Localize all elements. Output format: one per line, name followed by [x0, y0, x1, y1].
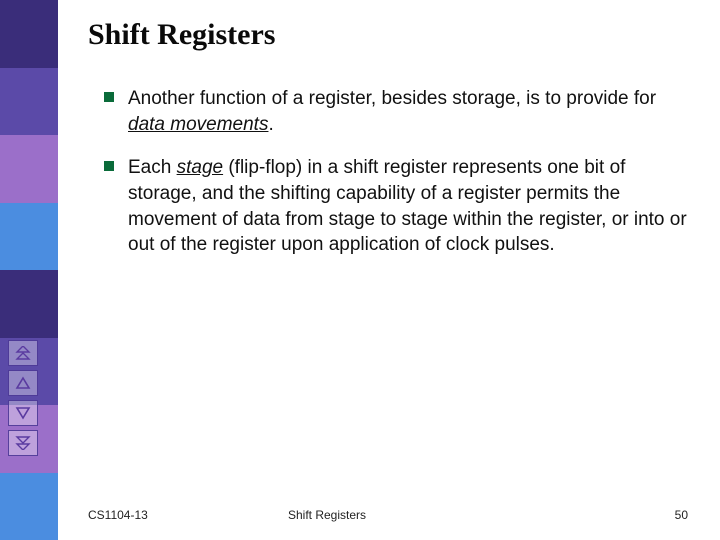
first-slide-button[interactable]: [8, 340, 38, 366]
slide-title: Shift Registers: [88, 18, 688, 52]
last-slide-button[interactable]: [8, 430, 38, 456]
decorative-sidebar: [0, 0, 58, 540]
bullet-text-pre: Another function of a register, besides …: [128, 88, 656, 109]
bullet-item: Another function of a register, besides …: [104, 86, 688, 137]
bullet-text-pre: Each: [128, 157, 177, 178]
double-down-icon: [15, 436, 31, 450]
stripe: [0, 68, 58, 136]
stripe: [0, 203, 58, 271]
double-up-icon: [15, 346, 31, 360]
stripe: [0, 135, 58, 203]
bullet-text-em: stage: [177, 157, 223, 178]
footer-page-number: 50: [648, 508, 688, 522]
slide-footer: CS1104-13 Shift Registers 50: [88, 508, 688, 522]
nav-icon-group: [8, 340, 38, 456]
bullet-item: Each stage (flip-flop) in a shift regist…: [104, 155, 688, 258]
stripe: [0, 270, 58, 338]
bullet-text-post: .: [268, 114, 273, 135]
stripe: [0, 0, 58, 68]
bullet-text-em: data movements: [128, 114, 268, 135]
stripe: [0, 473, 58, 540]
triangle-down-icon: [15, 406, 31, 420]
footer-topic: Shift Registers: [258, 508, 648, 522]
bullet-list: Another function of a register, besides …: [88, 86, 688, 258]
triangle-up-icon: [15, 376, 31, 390]
footer-course-code: CS1104-13: [88, 508, 258, 522]
previous-slide-button[interactable]: [8, 370, 38, 396]
next-slide-button[interactable]: [8, 400, 38, 426]
slide-content: Shift Registers Another function of a re…: [88, 18, 688, 276]
